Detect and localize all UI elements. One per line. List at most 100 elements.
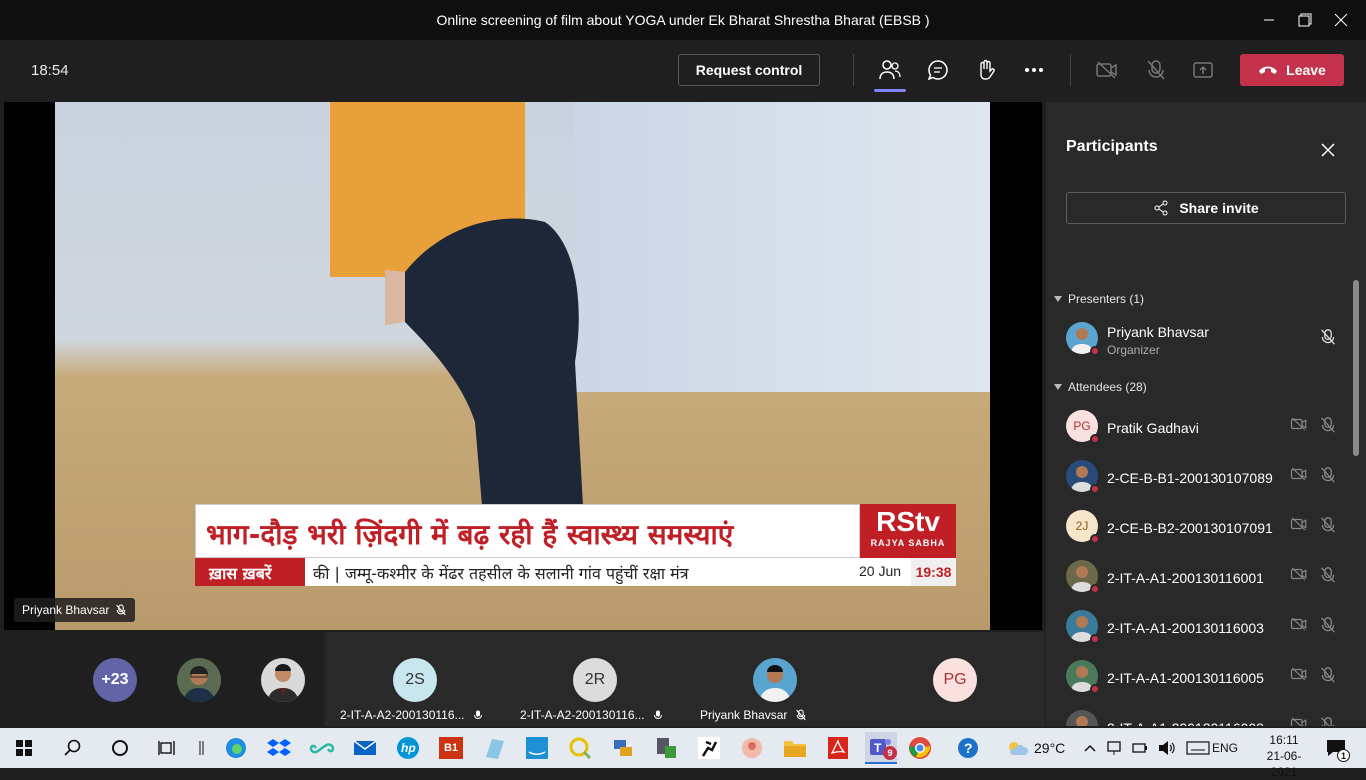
ticker-date: 20 Jun: [859, 563, 902, 579]
device-app[interactable]: [650, 732, 682, 764]
file-explorer-app[interactable]: [779, 732, 811, 764]
panel-scrollbar[interactable]: [1353, 280, 1359, 456]
request-control-button[interactable]: Request control: [678, 54, 820, 86]
input-language[interactable]: ENG: [1212, 728, 1238, 768]
start-button[interactable]: [8, 732, 40, 764]
participant-tile[interactable]: PG: [865, 632, 1045, 726]
participant-tile[interactable]: 2R 2-IT-A-A2-200130116...: [505, 632, 685, 726]
search-button[interactable]: [56, 732, 88, 764]
participant-row[interactable]: 2-IT-A-A1-200130116003: [1066, 606, 1336, 646]
infinity-icon: [309, 743, 335, 754]
notes-app[interactable]: [478, 732, 510, 764]
qlik-icon: [569, 737, 592, 760]
participant-name: 2-IT-A-A1-200130116001: [1107, 570, 1264, 586]
avatar: [1066, 710, 1098, 726]
participant-row[interactable]: PG Pratik Gadhavi: [1066, 406, 1336, 446]
mic-off-icon: [1321, 467, 1335, 483]
chat-button[interactable]: [922, 54, 954, 86]
chevron-up-icon[interactable]: [1084, 744, 1096, 752]
avatar[interactable]: [261, 658, 305, 702]
b1-icon: B1: [439, 737, 463, 759]
hp-app[interactable]: hp: [392, 732, 424, 764]
camera-off-icon: [1290, 467, 1307, 481]
camera-button[interactable]: [1091, 54, 1123, 86]
acrobat-app[interactable]: [822, 732, 854, 764]
window-title: Online screening of film about YOGA unde…: [436, 12, 930, 28]
share-screen-icon: [1193, 62, 1213, 78]
presenter-name-tag: Priyank Bhavsar: [14, 598, 136, 622]
photo-app[interactable]: [736, 732, 768, 764]
participant-name: Pratik Gadhavi: [1107, 420, 1199, 436]
hang-up-icon: [1259, 66, 1278, 74]
network-app[interactable]: [607, 732, 639, 764]
network-status-icon[interactable]: [1106, 740, 1122, 756]
participant-name: 2-CE-B-B1-200130107089: [1107, 470, 1273, 486]
dropbox-app[interactable]: [263, 732, 295, 764]
sports-app[interactable]: [693, 732, 725, 764]
teams-app[interactable]: T 9: [865, 732, 897, 764]
participant-row[interactable]: Priyank Bhavsar Organizer: [1066, 318, 1336, 358]
share-invite-label: Share invite: [1179, 200, 1259, 216]
ticker-time: 19:38: [911, 558, 956, 586]
share-tray-button[interactable]: [1187, 54, 1219, 86]
participant-tile[interactable]: Priyank Bhavsar: [685, 632, 865, 726]
mic-button[interactable]: [1140, 54, 1172, 86]
weather-widget[interactable]: 29°C: [1006, 728, 1065, 768]
more-actions-button[interactable]: [1018, 54, 1050, 86]
participant-name: 2-IT-A-A1-200130116003: [1107, 620, 1264, 636]
volume-icon[interactable]: [1158, 740, 1176, 756]
close-panel-icon[interactable]: [1318, 140, 1338, 160]
system-tray: [1084, 728, 1210, 768]
participant-row[interactable]: 2-IT-A-A1-200130116008: [1066, 706, 1336, 726]
user-photo-icon: [1076, 716, 1088, 726]
chrome-app[interactable]: [904, 732, 936, 764]
chat-icon: [927, 60, 948, 81]
attendees-section-toggle[interactable]: Attendees (28): [1054, 380, 1147, 394]
qlik-app[interactable]: [564, 732, 596, 764]
mic-off-icon: [1321, 717, 1335, 726]
status-badge: [1090, 634, 1100, 644]
prime-video-app[interactable]: [521, 732, 553, 764]
clock-widget[interactable]: 16:11 21-06-2021: [1256, 732, 1312, 780]
close-window-button[interactable]: [1318, 0, 1364, 40]
raise-hand-button[interactable]: [970, 54, 1002, 86]
notification-center-button[interactable]: 1: [1320, 732, 1352, 764]
notification-count: 1: [1337, 749, 1350, 762]
participant-name: Priyank Bhavsar: [1107, 324, 1209, 340]
camera-off-icon: [1290, 717, 1307, 726]
participant-row[interactable]: 2-IT-A-A1-200130116001: [1066, 556, 1336, 596]
cortana-button[interactable]: [104, 732, 136, 764]
participant-strip: +23 2S 2-IT-A-A2-200130116... 2R 2-IT-A-…: [0, 632, 1045, 726]
avatar: [1066, 460, 1100, 494]
avatar: [1066, 610, 1100, 644]
status-badge: [1090, 534, 1100, 544]
overflow-participants-button[interactable]: +23: [93, 658, 137, 702]
channel-logo: RStv RAJYA SABHA: [860, 504, 956, 558]
b1-app[interactable]: B1: [435, 732, 467, 764]
keyboard-icon[interactable]: [1186, 741, 1210, 755]
participant-tile[interactable]: 2S 2-IT-A-A2-200130116...: [325, 632, 505, 726]
avatar[interactable]: [177, 658, 221, 702]
meeting-toolbar: 18:54 Request control Leave: [0, 40, 1366, 100]
participant-row[interactable]: 2J 2-CE-B-B2-200130107091: [1066, 506, 1336, 546]
edge-app[interactable]: [220, 732, 252, 764]
tile-name-text: 2-IT-A-A2-200130116...: [520, 708, 645, 722]
camera-off-icon: [1290, 517, 1307, 531]
mail-app[interactable]: [349, 732, 381, 764]
row-icons: [1290, 416, 1336, 434]
battery-icon[interactable]: [1132, 741, 1148, 755]
help-app[interactable]: ?: [952, 732, 984, 764]
news-ticker: ख़ास ख़बरें की | जम्मू-कश्मीर के मेंढर त…: [195, 558, 956, 586]
task-view-button[interactable]: [152, 732, 184, 764]
edge-icon: [226, 738, 246, 758]
share-invite-button[interactable]: Share invite: [1066, 192, 1346, 224]
participants-button[interactable]: [874, 54, 906, 92]
leave-button[interactable]: Leave: [1240, 54, 1344, 86]
channel-name: RAJYA SABHA: [870, 538, 946, 548]
presenters-section-toggle[interactable]: Presenters (1): [1054, 292, 1144, 306]
participant-row[interactable]: 2-IT-A-A1-200130116005: [1066, 656, 1336, 696]
infinity-app[interactable]: [306, 732, 338, 764]
participant-row[interactable]: 2-CE-B-B1-200130107089: [1066, 456, 1336, 496]
avatar-initials: PG: [1066, 410, 1100, 444]
status-badge: [1090, 434, 1100, 444]
